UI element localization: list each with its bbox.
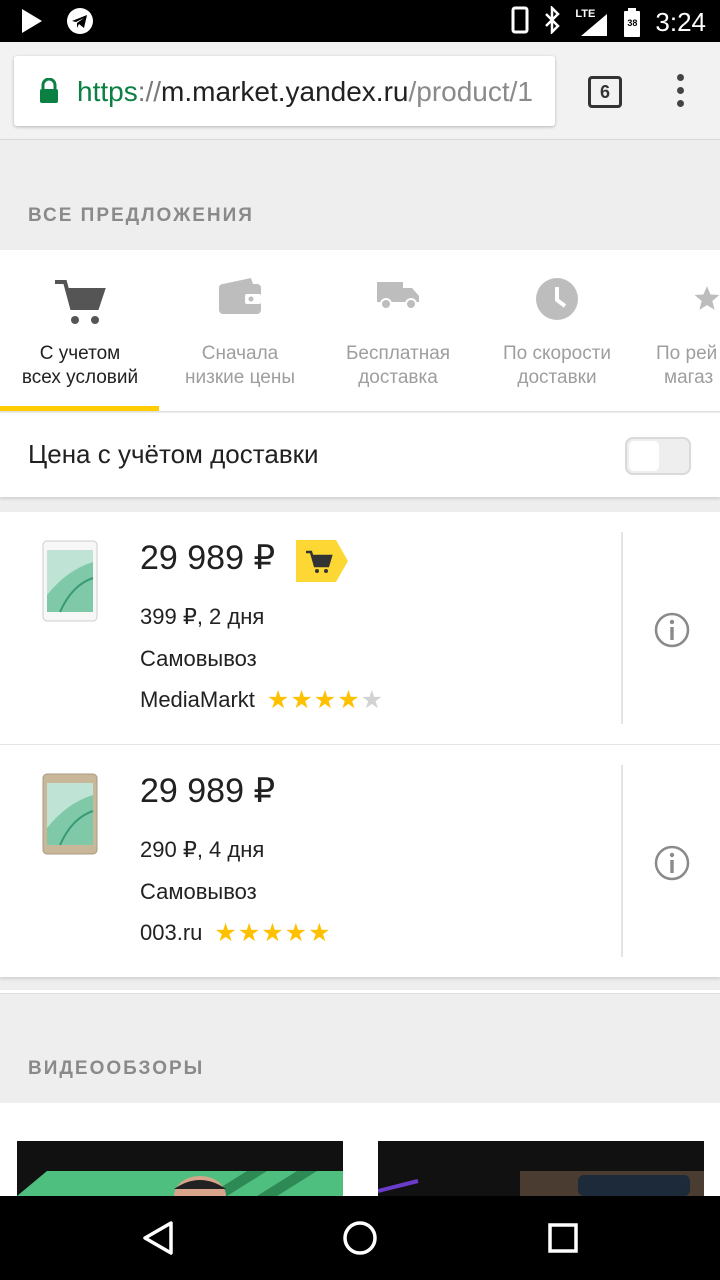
bluetooth-icon bbox=[543, 4, 561, 39]
shop-name[interactable]: MediaMarkt bbox=[140, 687, 255, 713]
offer-delivery: 399 ₽, 2 дня bbox=[140, 604, 265, 629]
offer-price: 29 989 ₽ bbox=[140, 539, 276, 577]
sort-tab-all-conditions[interactable]: С учетом всех условий bbox=[0, 250, 160, 411]
truck-icon bbox=[318, 276, 478, 326]
divider bbox=[621, 532, 623, 724]
address-bar[interactable]: https://m.market.yandex.ru/product/1 bbox=[14, 56, 555, 126]
telegram-icon bbox=[66, 7, 94, 40]
sort-tabs: С учетом всех условий Сначала низкие цены … bbox=[0, 250, 720, 412]
lock-icon bbox=[38, 77, 60, 109]
browser-toolbar: https://m.market.yandex.ru/product/1 6 bbox=[0, 42, 720, 140]
star-icon: ★ bbox=[337, 685, 360, 714]
sort-tab-shop-rating[interactable]: По рей магаз bbox=[636, 250, 720, 411]
delivery-price-toggle-label: Цена с учётом доставки bbox=[28, 439, 319, 469]
phone-icon bbox=[511, 6, 529, 39]
divider bbox=[621, 765, 623, 957]
cart-badge-icon[interactable] bbox=[296, 540, 348, 587]
tab-switcher-button[interactable]: 6 bbox=[588, 76, 622, 108]
offer-shop-line: 003.ru ★ ★ ★ ★ ★ bbox=[140, 920, 331, 946]
offer-item[interactable]: 29 989 ₽ 290 ₽, 4 дня Самовывоз 003.ru ★… bbox=[0, 744, 720, 976]
play-icon bbox=[20, 8, 44, 39]
offer-price: 29 989 ₽ bbox=[140, 772, 276, 810]
system-navigation-bar bbox=[0, 1196, 720, 1280]
video-thumbnail[interactable] bbox=[378, 1141, 704, 1196]
shop-rating: ★ ★ ★ ★ ★ bbox=[214, 918, 331, 947]
shop-name[interactable]: 003.ru bbox=[140, 920, 202, 946]
info-icon[interactable] bbox=[654, 612, 690, 653]
offer-item[interactable]: 29 989 ₽ 399 ₽, 2 дня Самовывоз MediaMar… bbox=[0, 512, 720, 744]
url-text: https://m.market.yandex.ru/product/1 bbox=[77, 76, 533, 107]
video-reviews-strip bbox=[0, 1103, 720, 1196]
sort-tab-free-delivery[interactable]: Бесплатная доставка bbox=[318, 250, 478, 411]
star-icon: ★ bbox=[290, 685, 313, 714]
lte-signal-icon: LTE bbox=[575, 8, 609, 38]
shop-rating: ★ ★ ★ ★ ★ bbox=[266, 685, 384, 714]
delivery-price-toggle-row: Цена с учётом доставки bbox=[0, 413, 720, 497]
product-thumbnail bbox=[42, 773, 98, 855]
star-icon: ★ bbox=[284, 918, 308, 947]
video-thumbnail[interactable] bbox=[17, 1141, 343, 1196]
offer-delivery: 290 ₽, 4 дня bbox=[140, 837, 265, 862]
wallet-icon bbox=[160, 276, 320, 326]
product-thumbnail bbox=[42, 540, 98, 622]
offers-section-title: ВСЕ ПРЕДЛОЖЕНИЯ bbox=[28, 205, 254, 226]
clock-icon bbox=[477, 276, 637, 326]
status-time: 3:24 bbox=[655, 7, 706, 37]
star-icon: ★ bbox=[360, 685, 384, 714]
star-icon: ★ bbox=[308, 918, 331, 947]
battery-icon: 38 bbox=[623, 7, 641, 38]
card-edge bbox=[0, 990, 720, 994]
status-bar: LTE 38 3:24 bbox=[0, 0, 720, 42]
home-icon[interactable] bbox=[342, 1220, 378, 1261]
cart-icon bbox=[0, 276, 160, 326]
star-icon: ★ bbox=[313, 685, 337, 714]
video-section-title: ВИДЕООБЗОРЫ bbox=[28, 1058, 205, 1079]
sort-tab-low-price[interactable]: Сначала низкие цены bbox=[160, 250, 320, 411]
delivery-price-toggle[interactable] bbox=[625, 437, 691, 475]
info-icon[interactable] bbox=[654, 845, 690, 886]
recents-icon[interactable] bbox=[547, 1222, 579, 1259]
active-tab-indicator bbox=[0, 406, 159, 411]
overflow-menu-icon[interactable] bbox=[670, 74, 690, 114]
offer-shop-line: MediaMarkt ★ ★ ★ ★ ★ bbox=[140, 687, 383, 713]
back-icon[interactable] bbox=[141, 1220, 175, 1261]
star-icon: ★ bbox=[237, 918, 261, 947]
star-icon: ★ bbox=[261, 918, 284, 947]
offer-pickup: Самовывоз bbox=[140, 646, 257, 671]
star-icon bbox=[636, 276, 720, 326]
sort-tab-delivery-speed[interactable]: По скорости доставки bbox=[477, 250, 637, 411]
offers-list: 29 989 ₽ 399 ₽, 2 дня Самовывоз MediaMar… bbox=[0, 512, 720, 977]
star-icon: ★ bbox=[266, 685, 290, 714]
toggle-knob bbox=[629, 441, 659, 471]
offer-pickup: Самовывоз bbox=[140, 879, 257, 904]
star-icon: ★ bbox=[214, 918, 237, 947]
